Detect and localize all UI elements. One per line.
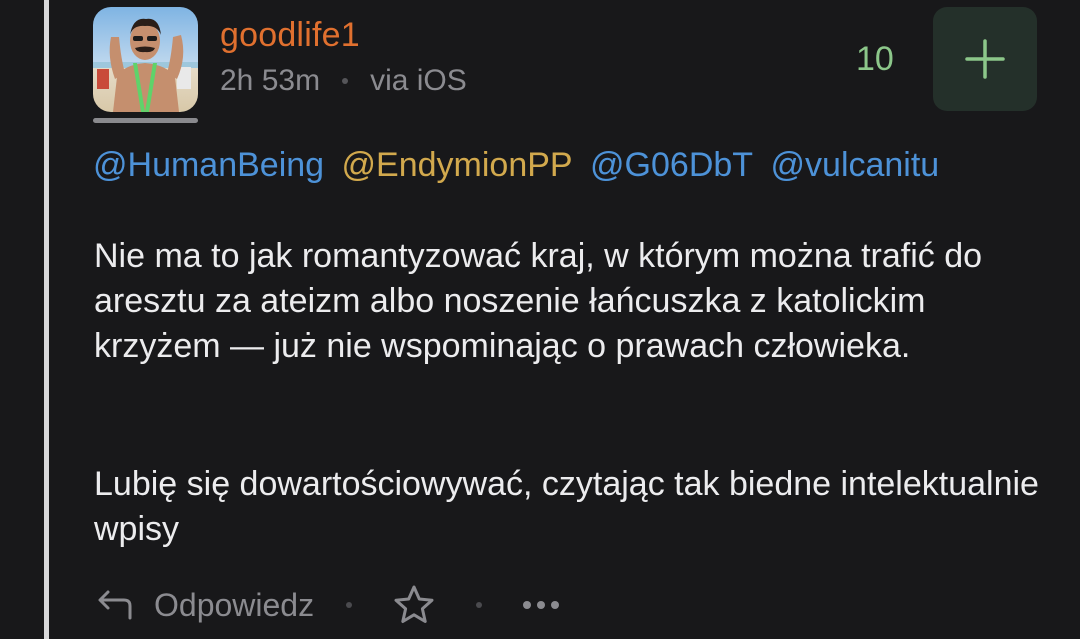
mention-link[interactable]: @vulcanitu xyxy=(771,146,940,184)
mention-link[interactable]: @EndymionPP xyxy=(342,146,573,184)
avatar-underline xyxy=(93,118,198,123)
mention-link[interactable]: @G06DbT xyxy=(590,146,753,184)
post-time: 2h 53m xyxy=(220,64,321,97)
vote-count: 10 xyxy=(856,40,894,78)
post-paragraph: Lubię się dowartościowywać, czytając tak… xyxy=(94,465,1039,548)
action-separator-dot xyxy=(346,602,353,608)
upvote-plus-button[interactable] xyxy=(933,7,1037,111)
action-separator-dot xyxy=(476,602,483,608)
reply-arrow-icon xyxy=(96,588,134,622)
thread-line xyxy=(44,0,49,639)
post-meta: 2h 53m via iOS xyxy=(220,64,467,98)
post-paragraph: Nie ma to jak romantyzować kraj, w który… xyxy=(94,237,983,365)
more-dots-icon[interactable] xyxy=(522,599,560,611)
post-actions: Odpowiedz xyxy=(96,582,560,628)
avatar[interactable] xyxy=(93,7,198,112)
mentions-line: @HumanBeing @EndymionPP @G06DbT @vulcani… xyxy=(93,146,947,185)
avatar-image xyxy=(93,7,198,112)
plus-icon xyxy=(965,39,1005,79)
mention-link[interactable]: @HumanBeing xyxy=(93,146,324,184)
reply-label: Odpowiedz xyxy=(154,586,315,623)
meta-separator-dot xyxy=(342,78,349,84)
reply-button[interactable]: Odpowiedz xyxy=(96,587,314,624)
post-client: via iOS xyxy=(370,64,467,97)
star-icon[interactable] xyxy=(392,584,436,626)
username-link[interactable]: goodlife1 xyxy=(220,16,360,55)
